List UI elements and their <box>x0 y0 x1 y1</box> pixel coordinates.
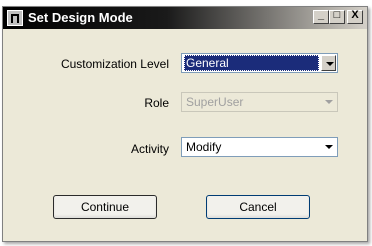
maximize-icon: □ <box>333 9 341 21</box>
activity-label: Activity <box>130 142 169 156</box>
customization-level-value: General <box>184 55 319 71</box>
role-combo: SuperUser <box>181 92 338 112</box>
continue-button[interactable]: Continue <box>53 195 157 219</box>
title-bar[interactable]: Set Design Mode _ □ X <box>3 7 367 29</box>
cancel-button[interactable]: Cancel <box>206 195 310 219</box>
chevron-down-icon <box>325 145 333 149</box>
role-dropdown-button <box>321 94 336 110</box>
set-design-mode-dialog: Set Design Mode _ □ X Customization Leve… <box>2 6 368 242</box>
activity-combo[interactable]: Modify <box>181 137 338 157</box>
activity-dropdown-button[interactable] <box>321 139 336 155</box>
customization-level-dropdown-button[interactable] <box>321 55 336 71</box>
role-label: Role <box>144 96 169 110</box>
role-value: SuperUser <box>186 95 244 109</box>
customization-level-label: Customization Level <box>60 57 169 71</box>
chevron-down-icon <box>325 100 333 104</box>
activity-value: Modify <box>186 140 222 154</box>
close-icon: X <box>351 9 359 21</box>
minimize-button[interactable]: _ <box>313 9 329 24</box>
app-icon[interactable] <box>7 10 23 26</box>
minimize-icon: _ <box>317 9 325 21</box>
maximize-button[interactable]: □ <box>329 9 345 24</box>
window-title: Set Design Mode <box>28 10 133 25</box>
chevron-down-icon <box>326 62 334 66</box>
close-button[interactable]: X <box>347 9 363 24</box>
customization-level-combo[interactable]: General <box>181 53 338 73</box>
